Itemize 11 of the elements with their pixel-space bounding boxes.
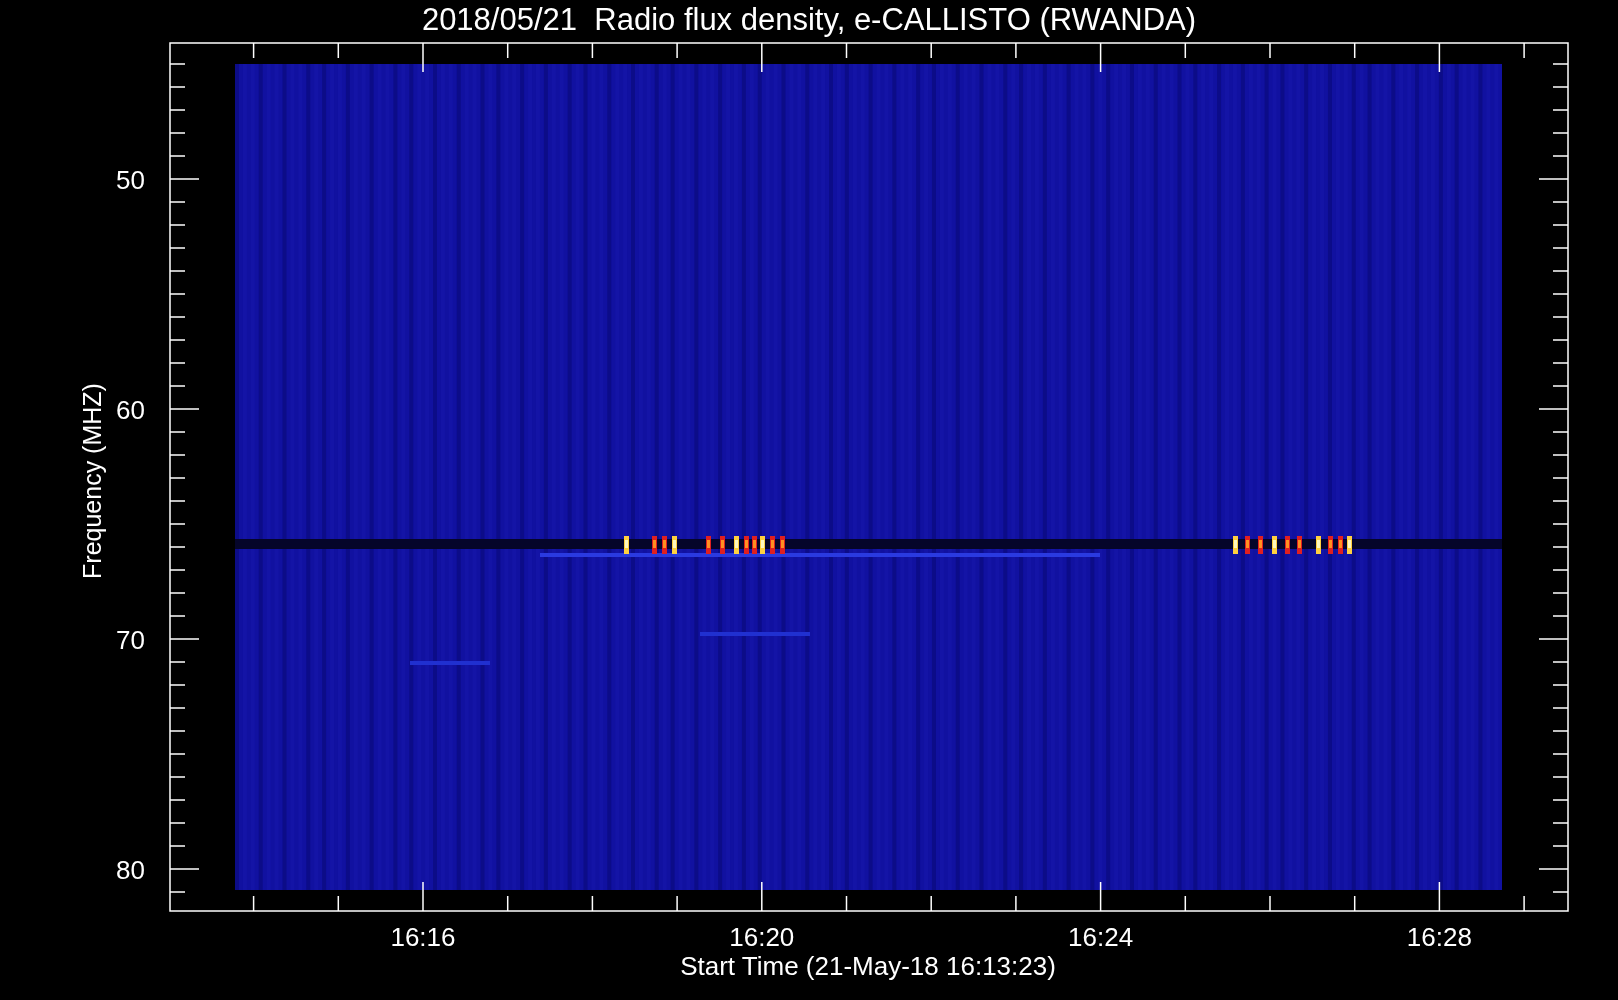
y-tick-label: 70	[116, 625, 145, 655]
y-tick-label: 80	[116, 855, 145, 885]
x-tick-label: 16:24	[1068, 922, 1134, 952]
y-tick-label: 50	[116, 165, 145, 195]
x-tick-label: 16:16	[390, 922, 456, 952]
x-tick-label: 16:28	[1406, 922, 1472, 952]
x-tick-label: 16:20	[729, 922, 795, 952]
y-axis-label: Frequency (MHZ)	[78, 383, 106, 579]
y-tick-label: 60	[116, 395, 145, 425]
chart-title: 2018/05/21 Radio flux density, e-CALLISTO (RWANDA)	[421, 2, 1197, 37]
x-axis-label: Start Time (21-May-18 16:13:23)	[680, 951, 1056, 981]
